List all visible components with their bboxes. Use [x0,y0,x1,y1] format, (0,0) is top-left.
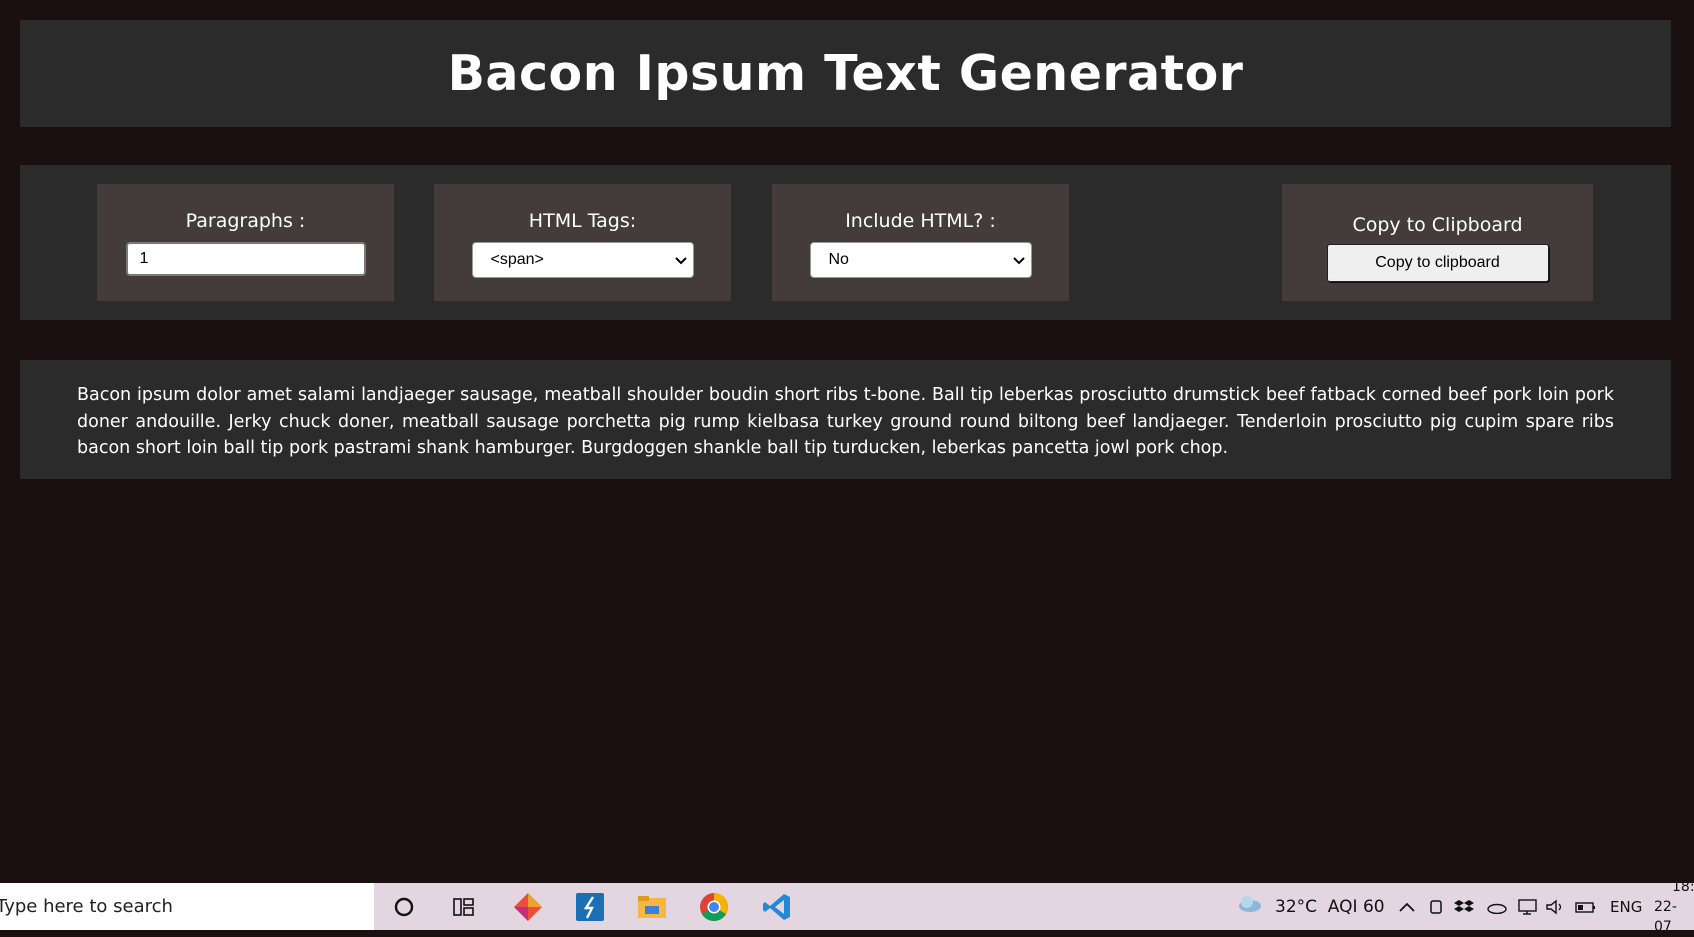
include-html-selected: No [828,251,849,268]
network-icon[interactable] [1516,883,1538,930]
onedrive-icon[interactable] [1486,883,1508,930]
git-app-icon[interactable] [512,891,544,923]
chevron-up-icon [1399,902,1415,912]
include-html-label: Include HTML? : [845,210,996,232]
language-indicator[interactable]: ENG [1610,883,1642,930]
file-explorer-icon[interactable] [636,891,668,923]
search-placeholder: Type here to search [0,896,173,917]
weather-widget[interactable]: 32°C AQI 60 [1237,883,1385,930]
paragraphs-control: Paragraphs : [97,184,394,301]
taskbar-search[interactable]: Type here to search [0,883,374,930]
chevron-down-icon [674,253,687,268]
vscode-icon[interactable] [761,891,793,923]
cloud-icon [1237,894,1263,919]
meet-now-icon[interactable] [1428,883,1444,930]
include-html-control: Include HTML? : No [772,184,1069,301]
header-bar: Bacon Ipsum Text Generator [20,20,1671,127]
chevron-down-icon [1012,253,1025,268]
html-tags-select[interactable]: <span> [471,242,694,278]
task-view-icon[interactable] [448,891,480,923]
copy-label: Copy to Clipboard [1352,214,1523,236]
volume-icon[interactable] [1545,883,1565,930]
dropbox-icon[interactable] [1454,883,1474,930]
taskbar: Type here to search 32°C AQI 60 ENG 18: … [0,879,1694,935]
html-tags-control: HTML Tags: <span> [434,184,731,301]
include-html-select[interactable]: No [809,242,1032,278]
weather-text: 32°C AQI 60 [1275,896,1385,917]
html-tags-label: HTML Tags: [528,210,637,232]
generated-text: Bacon ipsum dolor amet salami landjaeger… [77,385,1614,458]
controls-panel: Paragraphs : HTML Tags: <span> Include H… [20,165,1671,320]
html-tags-selected: <span> [490,251,544,268]
show-hidden-icons[interactable] [1398,883,1416,930]
chrome-icon[interactable] [698,891,730,923]
dev-app-icon[interactable] [574,891,606,923]
clock[interactable]: 18: 22-07 [1654,879,1694,935]
output-panel: Bacon ipsum dolor amet salami landjaeger… [20,360,1671,479]
clock-time: 18: [1672,878,1694,895]
paragraphs-label: Paragraphs : [185,210,306,232]
clock-date: 22-07 [1654,898,1677,935]
page-title: Bacon Ipsum Text Generator [447,45,1244,102]
cortana-icon[interactable] [388,891,420,923]
copy-to-clipboard-button[interactable]: Copy to clipboard [1326,244,1549,282]
paragraphs-input[interactable] [125,242,366,276]
copy-control: Copy to Clipboard Copy to clipboard [1282,184,1593,301]
battery-icon[interactable] [1575,883,1597,930]
